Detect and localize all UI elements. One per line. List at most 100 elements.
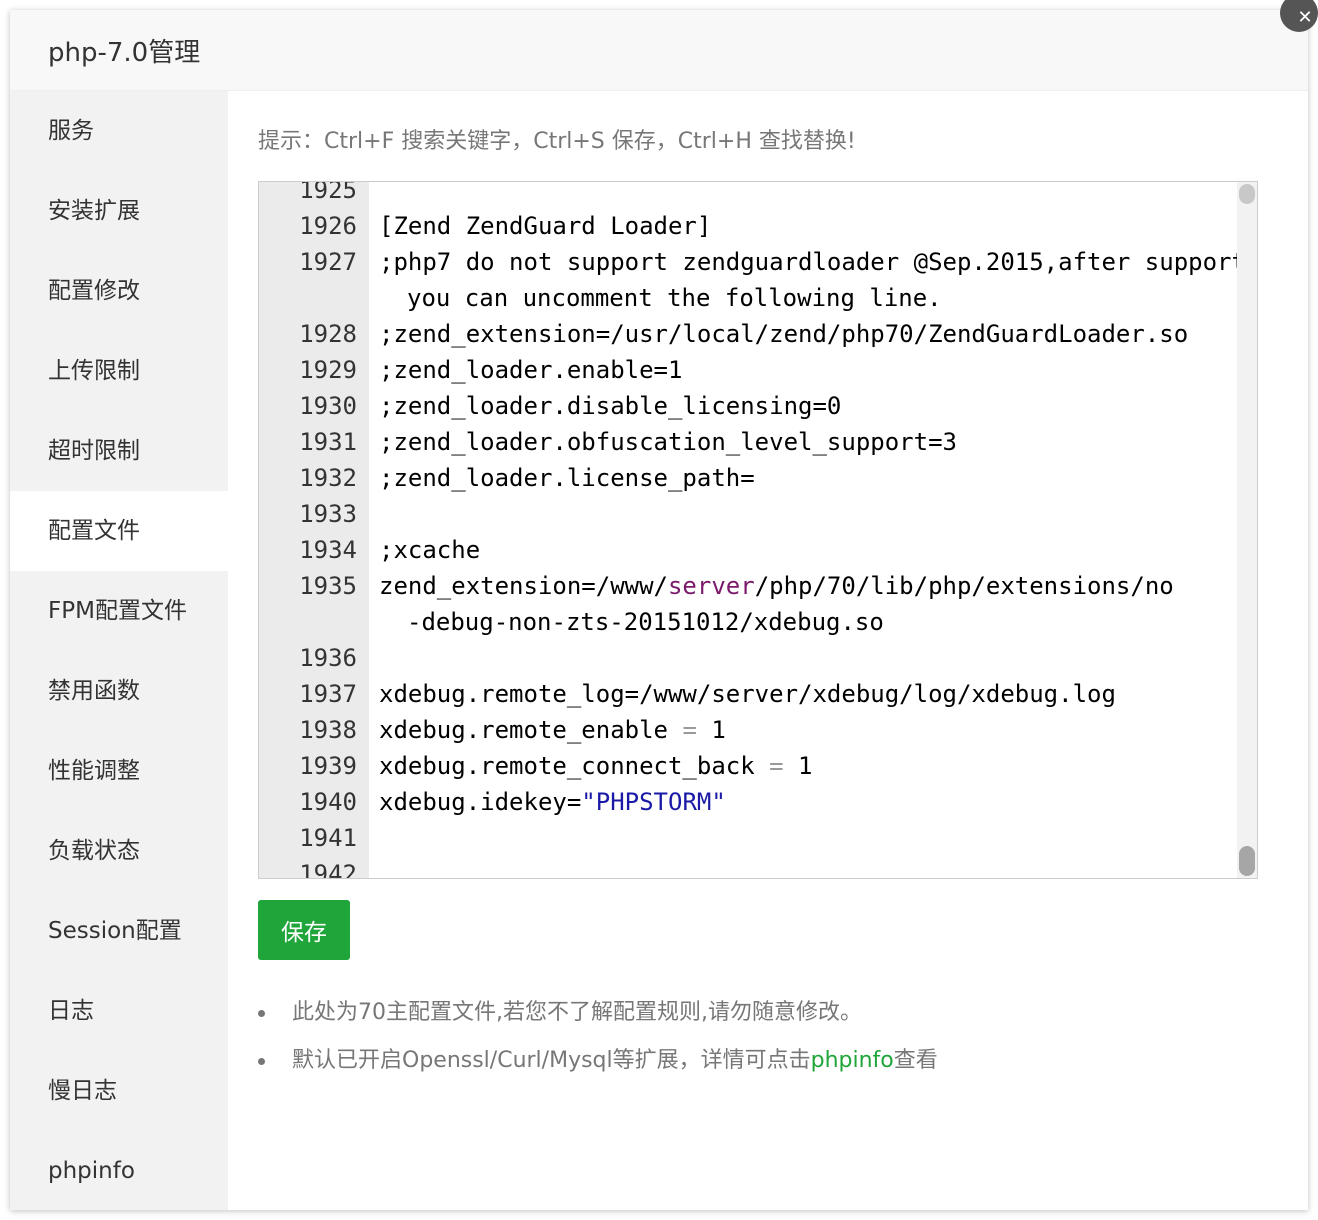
sidebar-item-performance-tuning[interactable]: 性能调整 [10,731,228,811]
code-text: you can uncomment the following line. [369,280,1237,316]
sidebar-item-config-file[interactable]: 配置文件 [10,491,228,571]
code-editor[interactable]: 1925 1926 [Zend ZendGuard Loader] 1927 ;… [258,181,1258,879]
line-number [259,604,369,640]
scrollbar-track-cap [1239,184,1255,204]
line-number: 1931 [299,428,357,456]
notes-list: 此处为70主配置文件,若您不了解配置规则,请勿随意修改。 默认已开启Openss… [258,989,938,1085]
code-operator: = [682,716,697,744]
sidebar-item-disabled-functions[interactable]: 禁用函数 [10,651,228,731]
code-text: xdebug.remote_enable = 1 [369,712,1237,748]
code-string: "PHPSTORM" [581,788,726,816]
code-keyword: server [667,572,755,600]
code-text: ;zend_loader.license_path= [379,464,755,492]
wrapped-text: you can uncomment the following line. [407,284,942,312]
close-icon[interactable]: ✕ [1280,0,1318,32]
php-manager-dialog: php-7.0管理 服务 安装扩展 配置修改 上传限制 超时限制 配置文件 FP… [10,10,1308,1210]
code-line: 1930 ;zend_loader.disable_licensing=0 [259,388,1237,424]
code-text: -debug-non-zts-20151012/xdebug.so [369,604,1237,640]
code-text: [Zend ZendGuard Loader] [379,212,712,240]
code-line: 1939 xdebug.remote_connect_back = 1 [259,748,1237,784]
code-text: ;zend_loader.disable_licensing=0 [379,392,842,420]
save-button[interactable]: 保存 [258,900,350,960]
code-line: 1935 zend_extension=/www/server/php/70/l… [259,568,1237,604]
sidebar-item-install-extension[interactable]: 安装扩展 [10,171,228,251]
code-segment: /php/70/lib/php/extensions/no [754,572,1174,600]
sidebar-item-upload-limit[interactable]: 上传限制 [10,331,228,411]
line-number [259,280,369,316]
code-text: zend_extension=/www/server/php/70/lib/ph… [369,568,1237,604]
code-line: 1933 [259,496,1237,532]
line-number: 1940 [299,788,357,816]
line-number: 1926 [299,212,357,240]
note-item: 默认已开启Openssl/Curl/Mysql等扩展，详情可点击phpinfo查… [258,1037,938,1085]
line-number: 1930 [299,392,357,420]
line-number: 1934 [299,536,357,564]
line-number: 1941 [299,824,357,852]
line-number: 1937 [299,680,357,708]
line-number: 1927 [299,248,357,276]
wrapped-text: -debug-non-zts-20151012/xdebug.so [407,608,884,636]
sidebar-item-fpm-config-file[interactable]: FPM配置文件 [10,571,228,651]
sidebar-item-log[interactable]: 日志 [10,971,228,1051]
line-number: 1925 [299,181,357,204]
sidebar: 服务 安装扩展 配置修改 上传限制 超时限制 配置文件 FPM配置文件 禁用函数… [10,91,228,1210]
sidebar-item-load-status[interactable]: 负载状态 [10,811,228,891]
hint-text: 提示：Ctrl+F 搜索关键字，Ctrl+S 保存，Ctrl+H 查找替换! [258,129,856,154]
code-segment: xdebug.idekey= [379,788,582,816]
code-segment: 1 [696,716,726,744]
line-number: 1936 [299,644,357,672]
code-line-wrap: -debug-non-zts-20151012/xdebug.so [259,604,1237,640]
note-item: 此处为70主配置文件,若您不了解配置规则,请勿随意修改。 [258,989,938,1037]
line-number: 1933 [299,500,357,528]
sidebar-item-phpinfo[interactable]: phpinfo [10,1131,228,1210]
code-line: 1940 xdebug.idekey="PHPSTORM" [259,784,1237,820]
code-line: 1928 ;zend_extension=/usr/local/zend/php… [259,316,1237,352]
sidebar-item-session-config[interactable]: Session配置 [10,891,228,971]
code-line: 1925 [259,181,1237,208]
code-line: 1927 ;php7 do not support zendguardloade… [259,244,1246,280]
editor-scrollbar[interactable] [1237,182,1257,878]
code-operator: = [769,752,784,780]
code-text: xdebug.idekey="PHPSTORM" [369,784,1237,820]
note-text: 默认已开启Openssl/Curl/Mysql等扩展，详情可点击 [292,1048,811,1073]
line-number: 1935 [299,572,357,600]
code-line: 1937 xdebug.remote_log=/www/server/xdebu… [259,676,1237,712]
sidebar-item-timeout-limit[interactable]: 超时限制 [10,411,228,491]
code-line: 1929 ;zend_loader.enable=1 [259,352,1237,388]
line-number: 1939 [299,752,357,780]
note-text: 查看 [893,1048,938,1073]
sidebar-item-slow-log[interactable]: 慢日志 [10,1051,228,1131]
code-text: ;xcache [379,536,481,564]
code-line: 1941 [259,820,1237,856]
code-text: ;zend_extension=/usr/local/zend/php70/Ze… [379,320,1189,348]
code-line: 1942 [259,856,1237,879]
code-line-wrap: you can uncomment the following line. [259,280,1237,316]
line-number: 1929 [299,356,357,384]
code-text: ;zend_loader.obfuscation_level_support=3 [379,428,957,456]
code-segment: xdebug.remote_connect_back [379,752,770,780]
line-number: 1938 [299,716,357,744]
code-line: 1934 ;xcache [259,532,1237,568]
code-segment: 1 [783,752,813,780]
code-line: 1926 [Zend ZendGuard Loader] [259,208,1237,244]
scrollbar-thumb[interactable] [1239,846,1255,876]
sidebar-item-service[interactable]: 服务 [10,91,228,171]
code-text: xdebug.remote_connect_back = 1 [369,748,1237,784]
code-text: ;zend_loader.enable=1 [379,356,683,384]
code-text: xdebug.remote_log=/www/server/xdebug/log… [379,680,1116,708]
line-number: 1928 [299,320,357,348]
phpinfo-link[interactable]: phpinfo [811,1048,894,1073]
code-segment: zend_extension=/www/ [379,572,668,600]
title-bar: php-7.0管理 [10,10,1308,91]
main-panel: 提示：Ctrl+F 搜索关键字，Ctrl+S 保存，Ctrl+H 查找替换! 1… [228,91,1308,1210]
code-text: ;php7 do not support zendguardloader @Se… [379,248,1246,276]
sidebar-item-config-modify[interactable]: 配置修改 [10,251,228,331]
code-line: 1932 ;zend_loader.license_path= [259,460,1237,496]
line-number: 1932 [299,464,357,492]
line-number: 1942 [299,860,357,879]
